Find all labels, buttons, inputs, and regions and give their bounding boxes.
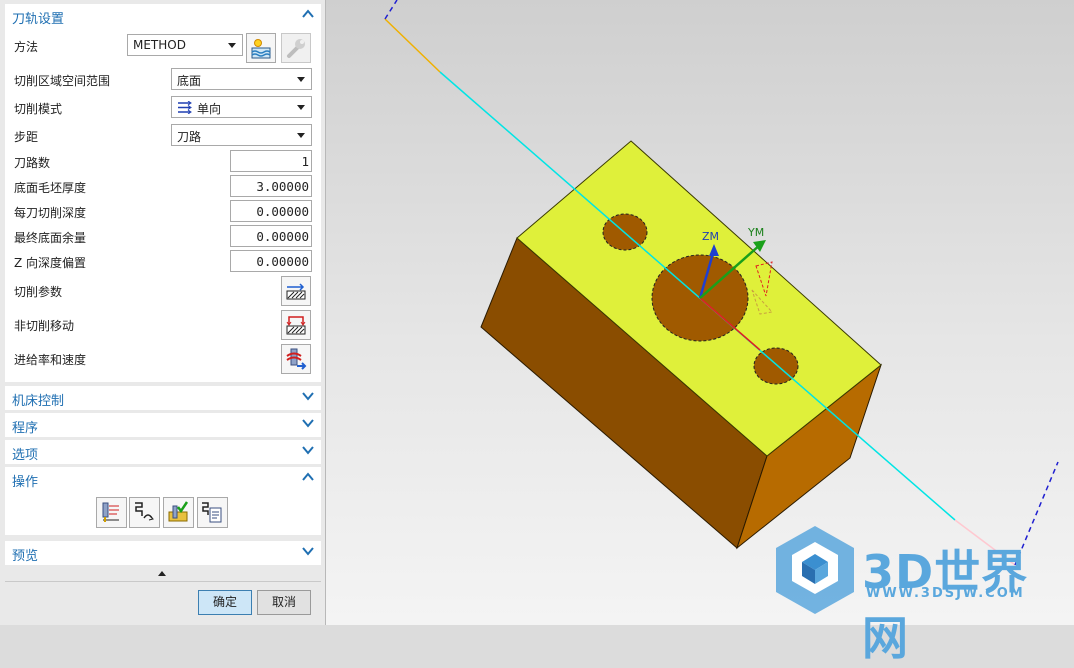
floor-stock-label: 底面毛坯厚度 [14, 181, 87, 195]
divider [5, 581, 321, 582]
cancel-button[interactable]: 取消 [257, 590, 311, 615]
watermark-text: 3D世界网 [862, 545, 1029, 665]
cut-region-label: 切削区域空间范围 [14, 74, 111, 88]
machine-control-section: 机床控制 [5, 386, 321, 410]
verify-icon [168, 501, 189, 522]
model-view [384, 0, 1059, 566]
wrench-icon [287, 39, 305, 58]
chevron-down-icon [228, 43, 236, 48]
toolpath-approach-line [384, 18, 441, 73]
create-method-button[interactable] [246, 33, 276, 63]
depth-per-cut-label: 每刀切削深度 [14, 206, 87, 220]
cut-params-icon [286, 283, 306, 300]
zig-pattern-icon [178, 101, 192, 114]
final-floor-stock-input[interactable]: 0.00000 [230, 225, 312, 247]
program-header[interactable]: 程序 [5, 413, 321, 437]
chevron-down-icon[interactable] [301, 544, 315, 558]
floor-stock-input[interactable]: 3.00000 [230, 175, 312, 197]
stepover-select[interactable]: 刀路 [171, 124, 312, 146]
chevron-down-icon [297, 105, 305, 110]
non-cut-moves-button[interactable] [281, 310, 311, 340]
depth-per-cut-input[interactable]: 0.00000 [230, 200, 312, 222]
edit-method-button[interactable] [281, 33, 311, 63]
generate-icon [102, 502, 119, 522]
options-header[interactable]: 选项 [5, 440, 321, 464]
cut-mode-select[interactable]: 单向 [171, 96, 312, 118]
chevron-down-icon[interactable] [301, 389, 315, 403]
operation-dialog: 刀轨设置 方法 METHOD 切削区域空间范围 底面 切削模式 单向 步距 刀路… [0, 0, 326, 625]
watermark-logo-icon [776, 526, 854, 614]
final-floor-stock-label: 最终底面余量 [14, 231, 87, 245]
feeds-speeds-icon [286, 348, 307, 370]
verify-button[interactable] [163, 497, 194, 528]
options-section: 选项 [5, 440, 321, 464]
list-icon [202, 502, 222, 523]
passes-label: 刀路数 [14, 156, 51, 170]
chevron-up-icon[interactable] [301, 7, 315, 21]
path-settings-header[interactable]: 刀轨设置 [5, 4, 321, 28]
chevron-down-icon[interactable] [301, 443, 315, 457]
preview-header[interactable]: 预览 [5, 541, 321, 565]
chevron-up-icon[interactable] [301, 470, 315, 484]
generate-button[interactable] [96, 497, 127, 528]
actions-header[interactable]: 操作 [5, 467, 321, 491]
ok-button[interactable]: 确定 [198, 590, 252, 615]
replay-icon [135, 502, 154, 521]
chevron-down-icon[interactable] [301, 416, 315, 430]
graphics-viewport[interactable]: ZM YM [326, 0, 1074, 625]
chevron-down-icon [297, 77, 305, 82]
machine-control-header[interactable]: 机床控制 [5, 386, 321, 410]
z-depth-offset-input[interactable]: 0.00000 [230, 250, 312, 272]
cut-region-select[interactable]: 底面 [171, 68, 312, 90]
actions-section: 操作 [5, 467, 321, 535]
cut-mode-label: 切削模式 [14, 102, 63, 116]
collapse-arrow-icon[interactable] [157, 570, 167, 577]
method-select[interactable]: METHOD [127, 34, 243, 56]
stepover-label: 步距 [14, 130, 39, 144]
feeds-speeds-button[interactable] [281, 344, 311, 374]
watermark-url: WWW.3DSJW.COM [866, 586, 1025, 601]
non-cut-moves-label: 非切削移动 [14, 319, 75, 333]
z-depth-offset-label: Z 向深度偏置 [14, 256, 87, 270]
chevron-down-icon [297, 133, 305, 138]
program-section: 程序 [5, 413, 321, 437]
replay-button[interactable] [129, 497, 160, 528]
non-cut-moves-icon [286, 316, 306, 335]
list-button[interactable] [197, 497, 228, 528]
create-method-icon [251, 39, 271, 59]
feeds-speeds-label: 进给率和速度 [14, 353, 87, 367]
axis-label-ym: YM [748, 226, 765, 239]
preview-section: 预览 [5, 541, 321, 565]
cut-params-label: 切削参数 [14, 285, 63, 299]
toolpath-rapid-start [384, 0, 398, 20]
path-settings-section: 刀轨设置 方法 METHOD 切削区域空间范围 底面 切削模式 单向 步距 刀路… [5, 4, 321, 382]
passes-input[interactable]: 1 [230, 150, 312, 172]
axis-label-zm: ZM [702, 230, 720, 243]
method-label: 方法 [14, 40, 39, 54]
path-settings-title: 刀轨设置 [12, 12, 65, 27]
cut-params-button[interactable] [281, 276, 311, 306]
